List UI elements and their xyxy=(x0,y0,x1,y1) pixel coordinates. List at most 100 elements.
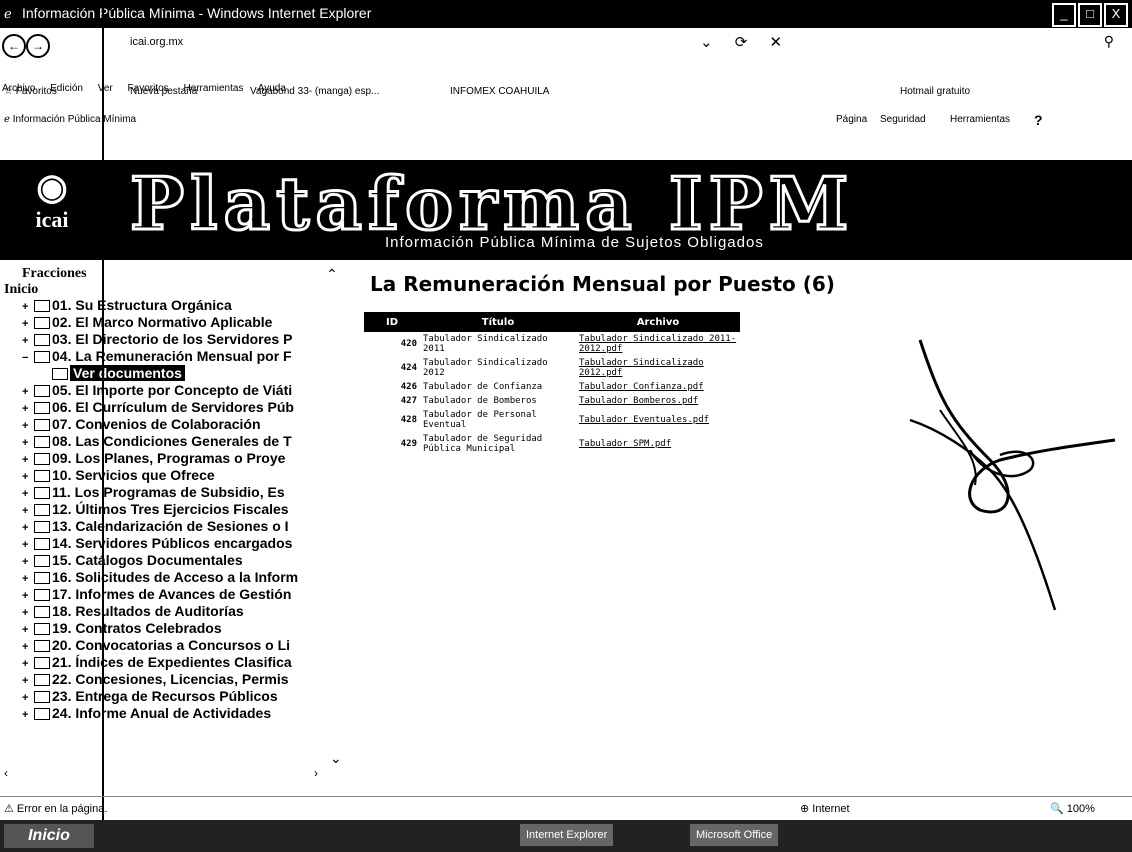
tree-item-label: 03. El Directorio de los Servidores P xyxy=(52,331,293,347)
scroll-left-icon[interactable]: ‹ xyxy=(4,766,8,780)
tree-item-label: 15. Catálogos Documentales xyxy=(52,552,243,568)
tree-item[interactable]: +22. Concesiones, Licencias, Permis xyxy=(22,671,348,688)
expand-icon[interactable]: + xyxy=(22,690,34,705)
expand-icon[interactable]: + xyxy=(22,316,34,331)
search-icon[interactable]: ⚲ xyxy=(1104,33,1114,50)
fav-nueva-pestana[interactable]: Nueva pestaña xyxy=(130,86,197,97)
scroll-right-icon[interactable]: › xyxy=(314,766,318,780)
start-button[interactable]: Inicio xyxy=(4,824,94,848)
address-input[interactable]: icai.org.mx xyxy=(130,36,183,48)
folder-icon xyxy=(34,470,50,483)
tree-item[interactable]: +09. Los Planes, Programas o Proye xyxy=(22,450,348,467)
tree-subitem[interactable]: Ver documentos xyxy=(22,365,348,382)
tree-item[interactable]: +15. Catálogos Documentales xyxy=(22,552,348,569)
expand-icon[interactable]: + xyxy=(22,435,34,450)
ie-icon: ℯ xyxy=(4,6,12,21)
expand-icon[interactable]: + xyxy=(22,707,34,722)
command-herramientas[interactable]: Herramientas xyxy=(950,114,1010,125)
expand-icon[interactable]: + xyxy=(22,401,34,416)
folder-icon xyxy=(34,606,50,619)
expand-icon[interactable]: + xyxy=(22,537,34,552)
tab-informacion-publica[interactable]: ℯ Información Pública Mínima xyxy=(4,114,136,125)
expand-icon[interactable]: + xyxy=(22,622,34,637)
row-file-link[interactable]: Tabulador Bomberos.pdf xyxy=(576,394,740,408)
expand-icon[interactable]: + xyxy=(22,571,34,586)
tree-item[interactable]: +01. Su Estructura Orgánica xyxy=(22,297,348,314)
help-icon[interactable]: ? xyxy=(1034,112,1043,128)
expand-icon[interactable]: + xyxy=(22,588,34,603)
scroll-up-icon[interactable]: ⌃ xyxy=(326,266,338,283)
tree-item[interactable]: +18. Resultados de Auditorías xyxy=(22,603,348,620)
expand-icon[interactable]: + xyxy=(22,673,34,688)
tree-item[interactable]: +06. El Currículum de Servidores Púb xyxy=(22,399,348,416)
fav-infomex[interactable]: INFOMEX COAHUILA xyxy=(450,86,549,97)
command-seguridad[interactable]: Seguridad xyxy=(880,114,926,125)
tree-item[interactable]: +23. Entrega de Recursos Públicos xyxy=(22,688,348,705)
tree-item[interactable]: +14. Servidores Públicos encargados xyxy=(22,535,348,552)
expand-icon[interactable]: + xyxy=(22,384,34,399)
expand-icon[interactable]: + xyxy=(22,520,34,535)
row-file-link[interactable]: Tabulador Sindicalizado 2012.pdf xyxy=(576,356,740,380)
row-file-link[interactable]: Tabulador SPM.pdf xyxy=(576,432,740,456)
expand-icon[interactable]: − xyxy=(22,350,34,365)
tree-item[interactable]: +02. El Marco Normativo Aplicable xyxy=(22,314,348,331)
expand-icon[interactable]: + xyxy=(22,503,34,518)
favorites-button[interactable]: ☆ Favoritos xyxy=(4,86,57,97)
tree-item[interactable]: − 04. La Remuneración Mensual por F xyxy=(22,348,348,365)
row-title: Tabulador de Bomberos xyxy=(423,396,537,406)
close-button[interactable]: X xyxy=(1104,3,1128,27)
maximize-button[interactable]: □ xyxy=(1078,3,1102,27)
back-button[interactable]: ← xyxy=(2,34,26,58)
expand-icon[interactable]: + xyxy=(22,299,34,314)
tree-item[interactable]: +19. Contratos Celebrados xyxy=(22,620,348,637)
tree-item[interactable]: +17. Informes de Avances de Gestión xyxy=(22,586,348,603)
expand-icon[interactable]: + xyxy=(22,333,34,348)
tree-item[interactable]: +10. Servicios que Ofrece xyxy=(22,467,348,484)
horizontal-scrollbar[interactable]: ‹ › xyxy=(4,766,324,780)
folder-icon xyxy=(34,589,50,602)
tree-item-label: 04. La Remuneración Mensual por F xyxy=(52,348,292,364)
tree-item[interactable]: +12. Últimos Tres Ejercicios Fiscales xyxy=(22,501,348,518)
command-pagina[interactable]: Página xyxy=(836,114,867,125)
folder-icon xyxy=(34,300,50,313)
row-file-link[interactable]: Tabulador Eventuales.pdf xyxy=(576,408,740,432)
tree-item[interactable]: +20. Convocatorias a Concursos o Li xyxy=(22,637,348,654)
expand-icon[interactable]: + xyxy=(22,452,34,467)
icai-logo[interactable]: ◉ icai xyxy=(12,166,92,254)
tree-item[interactable]: +08. Las Condiciones Generales de T xyxy=(22,433,348,450)
fav-hotmail[interactable]: Hotmail gratuito xyxy=(900,86,970,97)
sidebar-inicio[interactable]: Inicio xyxy=(4,282,38,298)
expand-icon[interactable]: + xyxy=(22,469,34,484)
scroll-down-icon[interactable]: ⌄ xyxy=(330,750,342,767)
expand-icon[interactable]: + xyxy=(22,656,34,671)
tree-item-label: 18. Resultados de Auditorías xyxy=(52,603,244,619)
status-error[interactable]: ⚠ Error en la página. xyxy=(4,802,107,815)
tree-item[interactable]: +05. El Importe por Concepto de Viáti xyxy=(22,382,348,399)
address-controls[interactable]: ⌄ ⟳ ✕ xyxy=(700,33,791,51)
taskbar-ie[interactable]: Internet Explorer xyxy=(520,824,614,846)
window-controls: _ □ X xyxy=(1052,3,1128,27)
handwritten-signature xyxy=(909,339,1116,611)
minimize-button[interactable]: _ xyxy=(1052,3,1076,27)
taskbar-office[interactable]: Microsoft Office xyxy=(690,824,779,846)
tree-item[interactable]: +11. Los Programas de Subsidio, Es xyxy=(22,484,348,501)
tree-item[interactable]: +13. Calendarización de Sesiones o I xyxy=(22,518,348,535)
tree-item[interactable]: +24. Informe Anual de Actividades xyxy=(22,705,348,722)
tree-item[interactable]: +03. El Directorio de los Servidores P xyxy=(22,331,348,348)
expand-icon[interactable]: + xyxy=(22,639,34,654)
expand-icon[interactable]: + xyxy=(22,605,34,620)
folder-icon xyxy=(34,453,50,466)
fav-vagabond[interactable]: Vagabond 33- (manga) esp... xyxy=(250,86,379,97)
forward-button[interactable]: → xyxy=(26,34,50,58)
tree-item[interactable]: +07. Convenios de Colaboración xyxy=(22,416,348,433)
tree-item[interactable]: +16. Solicitudes de Acceso a la Inform xyxy=(22,569,348,586)
expand-icon[interactable]: + xyxy=(22,554,34,569)
row-file-link[interactable]: Tabulador Confianza.pdf xyxy=(576,380,740,394)
expand-icon[interactable]: + xyxy=(22,418,34,433)
tree-item[interactable]: +21. Índices de Expedientes Clasifica xyxy=(22,654,348,671)
row-file-link[interactable]: Tabulador Sindicalizado 2011-2012.pdf xyxy=(576,332,740,356)
expand-icon[interactable]: + xyxy=(22,486,34,501)
tree-item-label: 22. Concesiones, Licencias, Permis xyxy=(52,671,289,687)
tree-item-label: 11. Los Programas de Subsidio, Es xyxy=(52,484,285,500)
status-zoom[interactable]: 🔍 100% xyxy=(1050,802,1095,815)
